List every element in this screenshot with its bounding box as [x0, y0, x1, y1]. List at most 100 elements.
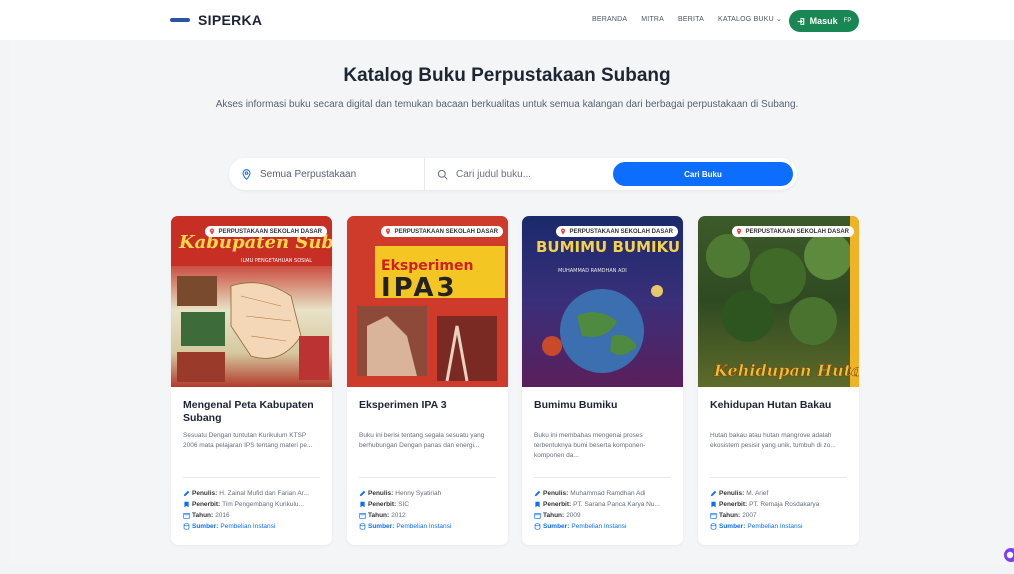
library-badge-label: PERPUSTAKAAN SEKOLAH DASAR: [569, 228, 673, 235]
author-label: Penulis:: [543, 490, 569, 497]
location-pin-icon: [210, 228, 215, 235]
book-source: Sumber: Pembelian Instansi: [534, 521, 671, 532]
bookmark-icon: [711, 501, 716, 508]
page-title: Katalog Buku Perpustakaan Subang: [343, 65, 671, 86]
book-title[interactable]: Mengenal Peta Kabupaten Subang: [183, 399, 320, 427]
brand[interactable]: SIPERKA: [170, 12, 262, 28]
source-value: Pembelian Instansi: [220, 523, 276, 530]
source-value: Pembelian Instansi: [747, 523, 803, 530]
bookmark-icon: [360, 501, 365, 508]
author-label: Penulis:: [719, 490, 745, 497]
source-value: Pembelian Instansi: [396, 523, 452, 530]
book-card[interactable]: Kehidupan Hutan PERPUSTAKAAN SEKOLAH DAS…: [698, 216, 859, 545]
library-badge-label: PERPUSTAKAAN SEKOLAH DASAR: [394, 228, 498, 235]
bookmark-icon: [535, 501, 540, 508]
book-year: Tahun: 2012: [359, 510, 496, 521]
page-subtitle: Akses informasi buku secara digital dan …: [215, 99, 799, 110]
search-icon: [437, 169, 448, 180]
book-author: Penulis: M. Arief: [710, 488, 847, 499]
author-value: H. Zainal Mufid dan Farian Ar...: [219, 490, 309, 497]
book-description: Buku ini berisi tentang segala sesuatu y…: [359, 432, 485, 449]
search-input[interactable]: [456, 168, 596, 180]
divider: [534, 477, 671, 478]
publisher-value: SIC: [398, 501, 410, 508]
publisher-value: PT. Remaja Rosdakarya: [749, 501, 820, 508]
pen-icon: [359, 490, 366, 497]
book-cover: Eksperimen IPA3 PERPUSTAKAAN SEKOLAH DAS…: [347, 216, 508, 387]
book-card[interactable]: BUMIMU BUMIKU MUHAMMAD RAMDHAN ADI PERPU…: [522, 216, 683, 545]
pen-icon: [183, 490, 190, 497]
cover-art: Eksperimen IPA3: [347, 216, 508, 387]
main-panel: [9, 40, 1013, 566]
nav-item-beranda[interactable]: BERANDA: [592, 16, 627, 23]
publisher-label: Penerbit:: [192, 501, 221, 508]
book-source: Sumber: Pembelian Instansi: [183, 521, 320, 532]
book-description: Buku ini membahas mengenai proses terben…: [534, 432, 646, 459]
book-publisher: Penerbit: PT. Sarana Panca Karya Nu...: [534, 499, 671, 510]
year-label: Tahun:: [192, 512, 214, 519]
book-author: Penulis: Muhammad Ramdhan Adi: [534, 488, 671, 499]
library-badge-label: PERPUSTAKAAN SEKOLAH DASAR: [745, 228, 849, 235]
nav-item-mitra[interactable]: MITRA: [641, 16, 664, 23]
location-pin-icon: [561, 228, 566, 235]
book-description: Hutan bakau atau hutan mangrove adalah e…: [710, 432, 836, 449]
nav-item-katalog-buku[interactable]: KATALOG BUKU ⌄: [718, 15, 782, 23]
library-select[interactable]: Semua Perpustakaan: [229, 158, 425, 190]
book-year: Tahun: 2016: [183, 510, 320, 521]
nav-links: BERANDA MITRA BERITA KATALOG BUKU ⌄: [592, 15, 782, 24]
login-icon: [797, 17, 804, 25]
nav-item-berita[interactable]: BERITA: [678, 16, 704, 23]
book-title[interactable]: Bumimu Bumiku: [534, 399, 671, 427]
book-author: Penulis: Henny Syatiriah: [359, 488, 496, 499]
book-author: Penulis: H. Zainal Mufid dan Farian Ar..…: [183, 488, 320, 499]
book-cover: BUMIMU BUMIKU MUHAMMAD RAMDHAN ADI PERPU…: [522, 216, 683, 387]
calendar-icon: [183, 513, 190, 519]
pen-icon: [710, 490, 717, 497]
publisher-value: Tim Pengembang Kurikulu...: [222, 501, 304, 508]
database-icon: [710, 523, 717, 530]
source-label: Sumber:: [543, 523, 570, 530]
year-value: 2009: [566, 512, 581, 519]
publisher-value: PT. Sarana Panca Karya Nu...: [573, 501, 660, 508]
author-label: Penulis:: [368, 490, 394, 497]
book-year: Tahun: 2009: [534, 510, 671, 521]
login-extra: FP: [843, 18, 852, 24]
year-label: Tahun:: [719, 512, 741, 519]
chevron-down-icon: ⌄: [775, 16, 783, 23]
source-label: Sumber:: [719, 523, 746, 530]
author-value: M. Arief: [746, 490, 769, 497]
book-title[interactable]: Kehidupan Hutan Bakau: [710, 399, 847, 427]
publisher-label: Penerbit:: [368, 501, 397, 508]
cover-art: Kehidupan Hutan: [706, 216, 859, 387]
book-source: Sumber: Pembelian Instansi: [359, 521, 496, 532]
location-pin-icon: [386, 228, 391, 235]
book-publisher: Penerbit: Tim Pengembang Kurikulu...: [183, 499, 320, 510]
cover-title: Kehidupan Hutan: [713, 361, 859, 380]
library-badge: PERPUSTAKAAN SEKOLAH DASAR: [381, 226, 503, 237]
year-value: 2007: [742, 512, 757, 519]
book-publisher: Penerbit: SIC: [359, 499, 496, 510]
bookmark-icon: [184, 501, 189, 508]
login-button[interactable]: Masuk FP: [789, 10, 859, 32]
book-title[interactable]: Eksperimen IPA 3: [359, 399, 496, 427]
library-select-label: Semua Perpustakaan: [260, 168, 357, 180]
chat-icon: [1006, 551, 1014, 559]
login-label: Masuk: [809, 16, 838, 26]
library-badge: PERPUSTAKAAN SEKOLAH DASAR: [732, 226, 854, 237]
year-label: Tahun:: [543, 512, 565, 519]
calendar-icon: [710, 513, 717, 519]
calendar-icon: [359, 513, 366, 519]
chat-button[interactable]: [1004, 548, 1014, 562]
year-value: 2012: [391, 512, 406, 519]
cover-subtitle: MUHAMMAD RAMDHAN ADI: [558, 268, 627, 274]
pen-icon: [534, 490, 541, 497]
divider: [710, 477, 847, 478]
library-badge: PERPUSTAKAAN SEKOLAH DASAR: [556, 226, 678, 237]
book-card[interactable]: Eksperimen IPA3 PERPUSTAKAAN SEKOLAH DAS…: [347, 216, 508, 545]
book-card[interactable]: Kabupaten Subang ILMU PENGETAHUAN SOSIAL…: [171, 216, 332, 545]
navbar: SIPERKA BERANDA MITRA BERITA KATALOG BUK…: [0, 0, 1014, 40]
year-label: Tahun:: [368, 512, 390, 519]
cover-subtitle: IPA3: [381, 273, 458, 303]
search-button[interactable]: Cari Buku: [613, 162, 793, 186]
nav-item-katalog-label: KATALOG BUKU: [718, 16, 774, 23]
